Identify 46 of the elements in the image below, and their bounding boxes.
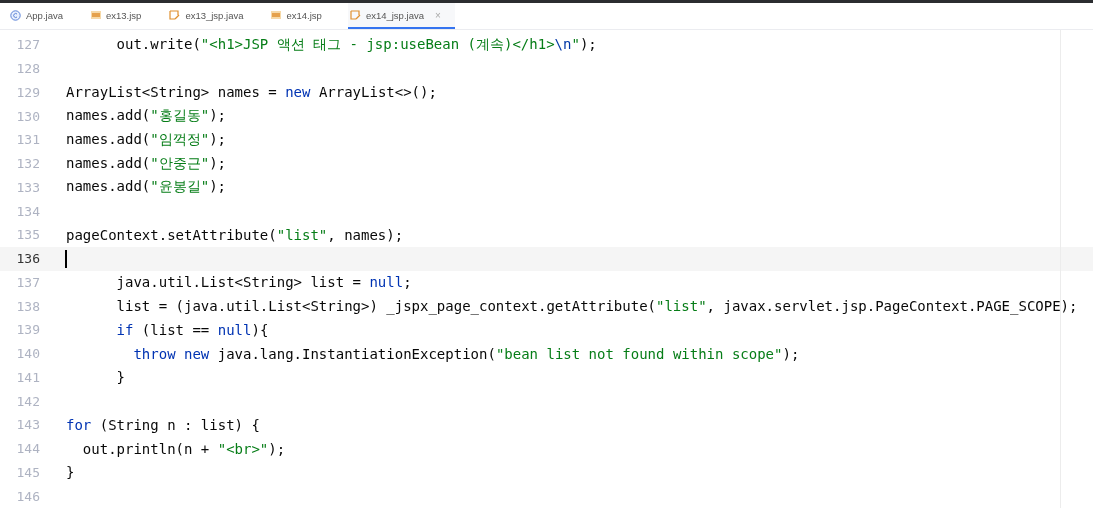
line-number: 135	[15, 227, 40, 243]
line-number: 141	[15, 369, 40, 385]
editor-tab[interactable]: App.java	[8, 3, 77, 29]
code-line: pageContext.setAttribute("list", names);	[66, 226, 404, 243]
code-line: names.add("홍길동");	[66, 107, 226, 126]
code-line: names.add("안중근");	[66, 154, 226, 173]
code-line: out.write("<h1>JSP 액션 태그 - jsp:useBean (계속)</h1>\n");	[115, 35, 597, 54]
code-line: names.add("임꺽정");	[66, 130, 226, 149]
code-line: for (String n : list) {	[66, 416, 260, 433]
line-number: 132	[15, 156, 40, 172]
text-caret	[65, 249, 67, 268]
line-number: 143	[15, 417, 40, 433]
editor-tab[interactable]: ex13_jsp.java	[167, 3, 258, 29]
editor-tab[interactable]: ex14.jsp	[269, 3, 336, 29]
line-number: 128	[15, 61, 40, 77]
code-line: }	[66, 464, 75, 481]
editor-tab[interactable]: ex13.jsp	[89, 3, 156, 29]
code-line: java.util.List<String> list = null;	[115, 274, 412, 291]
line-number: 139	[15, 322, 40, 338]
file-icon	[349, 10, 361, 20]
line-number: 142	[15, 393, 40, 409]
editor-tab[interactable]: ex14_jsp.java ×	[347, 3, 455, 29]
file-icon	[169, 10, 181, 20]
code-line: list = (java.util.List<String>) _jspx_page_context.getAttribute("list", javax.servlet.jsp.PageContext.PAGE_SCOPE);	[115, 298, 1078, 315]
line-number: 133	[15, 179, 40, 195]
code-line: }	[115, 369, 125, 386]
code-line: names.add("윤봉길");	[66, 178, 226, 197]
line-number: 138	[15, 298, 40, 314]
line-number: 140	[15, 346, 40, 362]
line-number: 134	[15, 203, 40, 219]
jsp-file-icon	[91, 11, 101, 19]
line-number: 145	[15, 464, 40, 480]
code-line: ArrayList<String> names = new ArrayList<>();	[66, 84, 437, 101]
code-line: throw new java.lang.InstantiationException("bean list not found within scope");	[132, 345, 800, 362]
line-number: 131	[15, 132, 40, 148]
code-line: if (list == null){	[115, 321, 269, 338]
line-number: 137	[15, 274, 40, 290]
line-number: 146	[15, 488, 40, 504]
code-line: out.println(n + "<br>");	[81, 440, 286, 457]
class-icon	[10, 9, 21, 21]
jsp-file-icon	[271, 11, 282, 19]
line-number: 127	[15, 37, 40, 53]
line-number: 130	[15, 108, 40, 124]
line-number: 144	[15, 441, 40, 457]
line-number: 129	[15, 84, 40, 100]
line-number: 136	[15, 251, 40, 267]
